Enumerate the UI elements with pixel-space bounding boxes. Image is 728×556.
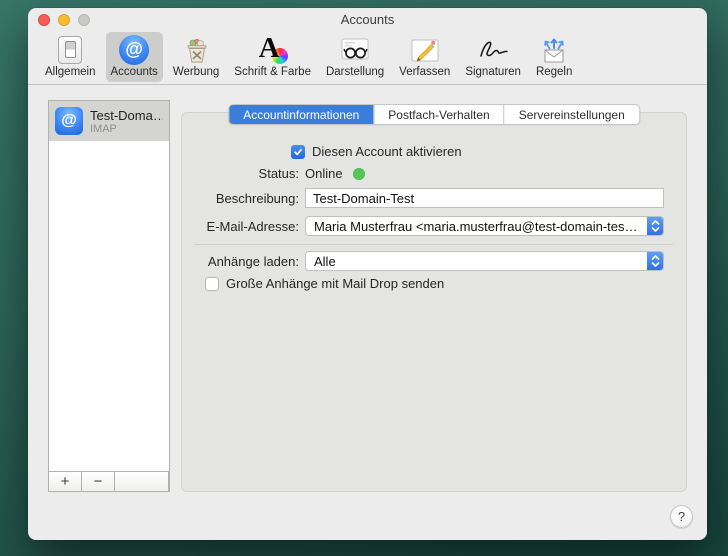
status-value: Online — [305, 166, 343, 181]
preferences-window: Accounts Allgemein @ Accounts — [28, 8, 707, 540]
section-divider — [195, 244, 673, 245]
rules-envelope-icon — [537, 34, 571, 65]
glasses-icon — [338, 34, 372, 65]
email-address-popup[interactable]: Maria Musterfrau <maria.musterfrau@test-… — [305, 216, 664, 236]
toolbar-item-darstellung[interactable]: Darstellung — [321, 32, 389, 82]
attachments-value: Alle — [314, 254, 336, 269]
compose-pencil-icon — [408, 34, 442, 65]
account-list-buttons: + − — [49, 471, 169, 491]
account-list: @ Test-Doma… IMAP + − — [48, 100, 170, 492]
status-label: Status: — [182, 166, 299, 181]
maildrop-label: Große Anhänge mit Mail Drop senden — [226, 276, 444, 291]
signature-icon — [476, 34, 510, 65]
toolbar-item-accounts[interactable]: @ Accounts — [106, 32, 163, 82]
toolbar-item-label: Darstellung — [326, 66, 384, 79]
window-title: Accounts — [28, 12, 707, 27]
attachments-popup[interactable]: Alle — [305, 251, 664, 271]
toolbar-item-signaturen[interactable]: Signaturen — [460, 32, 526, 82]
font-color-icon: A — [256, 34, 290, 65]
toolbar-item-verfassen[interactable]: Verfassen — [394, 32, 455, 82]
toolbar-item-label: Schrift & Farbe — [234, 66, 311, 79]
attachments-label: Anhänge laden: — [182, 254, 299, 269]
popup-stepper-icon — [647, 251, 664, 271]
account-detail-panel: Accountinformationen Postfach-Verhalten … — [181, 112, 687, 492]
maildrop-checkbox[interactable] — [205, 277, 219, 291]
account-list-body: @ Test-Doma… IMAP — [49, 101, 169, 471]
toolbar-item-allgemein[interactable]: Allgemein — [40, 32, 101, 82]
account-protocol: IMAP — [90, 123, 163, 135]
button-bar-filler — [115, 472, 169, 491]
account-info-form: Diesen Account aktivieren Status: Online… — [182, 113, 686, 491]
toolbar-item-werbung[interactable]: Werbung — [168, 32, 224, 82]
account-list-item[interactable]: @ Test-Doma… IMAP — [49, 101, 169, 141]
toolbar-item-label: Verfassen — [399, 66, 450, 79]
toolbar-item-schrift-farbe[interactable]: A Schrift & Farbe — [229, 32, 316, 82]
account-name: Test-Doma… — [90, 108, 163, 123]
toolbar-item-label: Allgemein — [45, 66, 96, 79]
add-account-button[interactable]: + — [49, 472, 82, 491]
account-at-badge: @ — [55, 107, 83, 135]
status-online-indicator — [353, 168, 365, 180]
toolbar-item-label: Signaturen — [465, 66, 521, 79]
email-address-value: Maria Musterfrau <maria.musterfrau@test-… — [314, 219, 639, 234]
popup-stepper-icon — [647, 216, 664, 236]
toolbar-item-label: Regeln — [536, 66, 572, 79]
description-input[interactable]: Test-Domain-Test — [305, 188, 664, 208]
remove-account-button[interactable]: − — [82, 472, 115, 491]
general-switch-icon — [53, 34, 87, 65]
enable-account-label: Diesen Account aktivieren — [312, 144, 462, 159]
toolbar-item-label: Accounts — [111, 66, 158, 79]
email-address-label: E-Mail-Adresse: — [182, 219, 299, 234]
junk-basket-icon — [179, 34, 213, 65]
toolbar: Allgemein @ Accounts Werbung — [28, 32, 707, 85]
description-label: Beschreibung: — [182, 191, 299, 206]
enable-account-checkbox[interactable] — [291, 145, 305, 159]
at-circle-icon: @ — [117, 34, 151, 65]
toolbar-item-label: Werbung — [173, 66, 219, 79]
help-button[interactable]: ? — [670, 505, 693, 528]
toolbar-item-regeln[interactable]: Regeln — [531, 32, 577, 82]
titlebar: Accounts — [28, 8, 707, 32]
